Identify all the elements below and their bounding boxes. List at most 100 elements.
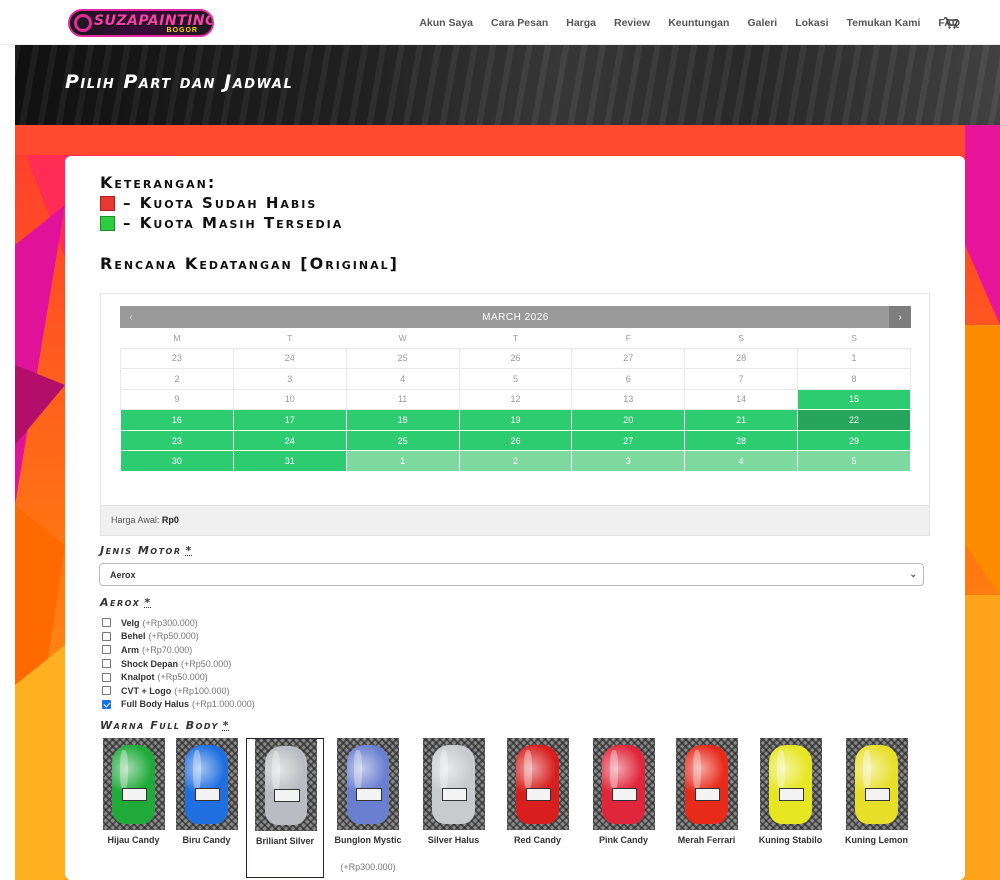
required-mark: *	[185, 544, 193, 557]
nav-galeri[interactable]: Galeri	[747, 17, 777, 29]
calendar-day[interactable]: 5	[797, 450, 911, 473]
brand-logo[interactable]: SUZAPAINTING BOGOR	[68, 9, 214, 37]
calendar-week: 30 31 1 2 3 4 5	[120, 450, 911, 473]
color-sample-image	[255, 739, 317, 831]
part-option[interactable]: Velg (+Rp300.000)	[102, 616, 255, 630]
color-swatch[interactable]: Kuning Stabilo	[758, 738, 823, 878]
calendar-day[interactable]: 28	[684, 429, 799, 452]
calendar-day[interactable]: 29	[797, 429, 911, 452]
part-checkbox[interactable]	[102, 631, 111, 641]
part-price: (+Rp70.000)	[142, 644, 193, 655]
calendar-day[interactable]: 20	[571, 409, 686, 431]
part-price: (+Rp1.000.000)	[192, 699, 255, 710]
part-checkbox[interactable]	[102, 645, 111, 655]
calendar-day: 7	[684, 368, 799, 390]
part-option[interactable]: CVT + Logo (+Rp100.000)	[102, 684, 255, 698]
calendar-day[interactable]: 2	[458, 450, 573, 473]
color-name: Hijau Candy	[107, 835, 160, 845]
nav-akun-saya[interactable]: Akun Saya	[419, 17, 473, 29]
nav-harga[interactable]: Harga	[566, 17, 596, 29]
nav-keuntungan[interactable]: Keuntungan	[668, 17, 729, 29]
calendar-day: 24	[232, 347, 347, 370]
paint-sample-icon	[602, 745, 645, 825]
nav-cara-pesan[interactable]: Cara Pesan	[491, 17, 548, 29]
color-price: (+Rp300.000)	[340, 862, 396, 872]
weekday-header: S	[851, 332, 857, 343]
next-month-button[interactable]: ›	[889, 306, 911, 328]
color-swatch[interactable]: Merah Ferrari	[674, 738, 739, 878]
calendar-day-selected[interactable]: 22	[797, 409, 911, 431]
calendar-day[interactable]: 25	[345, 429, 460, 452]
color-sample-image	[845, 738, 908, 830]
prev-month-button[interactable]: ‹	[120, 306, 142, 328]
color-name: Biru Candy	[182, 835, 231, 845]
legend-tersedia-label: – Kuota Masih Tersedia	[123, 214, 344, 232]
calendar-header: ‹ MARCH 2026 ›	[120, 306, 911, 328]
calendar-day[interactable]: 15	[797, 388, 911, 411]
part-checkbox[interactable]	[102, 618, 111, 628]
part-option[interactable]: Shock Depan (+Rp50.000)	[102, 657, 255, 671]
color-swatch[interactable]: Red Candy	[505, 738, 570, 878]
calendar-day[interactable]: 18	[345, 409, 460, 431]
part-option[interactable]: Full Body Halus (+Rp1.000.000)	[102, 698, 255, 712]
color-label-text: Warna Full Body	[100, 719, 219, 732]
calendar-day[interactable]: 17	[232, 409, 347, 431]
color-swatch[interactable]: Pink Candy	[591, 738, 656, 878]
motor-select-value: Aerox	[110, 570, 136, 580]
calendar-day[interactable]: 19	[458, 409, 573, 431]
color-name: Pink Candy	[598, 835, 648, 845]
color-sample-image	[175, 738, 238, 830]
calendar-day[interactable]: 3	[571, 450, 686, 473]
cart-icon[interactable]	[944, 17, 958, 29]
calendar-day[interactable]: 30	[120, 450, 234, 473]
part-checkbox[interactable]	[102, 659, 111, 669]
color-swatch[interactable]: Bunglon Mystic (+Rp300.000)	[333, 738, 403, 878]
red-square-icon	[100, 195, 115, 211]
calendar-day[interactable]: 16	[120, 409, 234, 431]
calendar-day: 27	[571, 347, 686, 370]
calendar-day[interactable]: 27	[571, 429, 686, 452]
calendar-day[interactable]: 31	[232, 450, 347, 473]
page-title: Pilih Part dan Jadwal	[65, 71, 294, 93]
calendar-day[interactable]: 4	[684, 450, 799, 473]
color-swatch[interactable]: Kuning Lemon	[844, 738, 909, 878]
color-swatch[interactable]: Briliant Silver	[246, 738, 324, 878]
nav-temukan-kami[interactable]: Temukan Kami	[846, 17, 920, 29]
paint-sample-icon	[264, 746, 308, 826]
logo-subtext: BOGOR	[166, 27, 198, 34]
part-name: Velg	[121, 617, 140, 628]
part-price: (+Rp50.000)	[181, 658, 232, 669]
calendar-day: 25	[345, 347, 460, 370]
color-sample-image	[337, 738, 399, 830]
calendar-day[interactable]: 23	[120, 429, 234, 452]
nav-lokasi[interactable]: Lokasi	[795, 17, 828, 29]
parts-options: Velg (+Rp300.000) Behel (+Rp50.000) Arm (+Rp7…	[102, 616, 255, 711]
part-checkbox[interactable]	[102, 672, 111, 682]
color-swatch[interactable]: Hijau Candy	[101, 738, 166, 878]
nav-review[interactable]: Review	[614, 17, 650, 29]
calendar-day[interactable]: 1	[345, 450, 460, 473]
paint-sample-icon	[346, 745, 390, 825]
part-checkbox[interactable]	[102, 699, 111, 709]
calendar-day: 12	[458, 388, 573, 411]
part-name: Behel	[121, 631, 146, 642]
color-sample-image	[675, 738, 738, 830]
motor-select[interactable]: Aerox ⌄	[99, 563, 924, 586]
calendar-grid: MTWTFSS 23 24 25 26 27 28 1 2 3 4 5 6 7 8 9 10 11 12 13 14 1…	[120, 328, 911, 473]
color-sample-image	[592, 738, 655, 830]
part-option[interactable]: Behel (+Rp50.000)	[102, 630, 255, 644]
chevron-down-icon: ⌄	[909, 569, 917, 579]
part-price: (+Rp50.000)	[148, 631, 199, 642]
part-option[interactable]: Knalpot (+Rp50.000)	[102, 670, 255, 684]
calendar-day[interactable]: 21	[684, 409, 799, 431]
calendar-day[interactable]: 26	[458, 429, 573, 452]
color-swatch[interactable]: Biru Candy	[174, 738, 239, 878]
paint-sample-icon	[185, 745, 228, 825]
calendar-box: ‹ MARCH 2026 › MTWTFSS 23 24 25 26 27 28 1 2 3 4 5…	[100, 293, 930, 536]
color-name: Silver Halus	[427, 835, 480, 845]
part-option[interactable]: Arm (+Rp70.000)	[102, 643, 255, 657]
calendar-day[interactable]: 24	[232, 429, 347, 452]
color-swatch[interactable]: Silver Halus	[421, 738, 486, 878]
color-label: Warna Full Body *	[100, 719, 230, 732]
part-checkbox[interactable]	[102, 686, 111, 696]
